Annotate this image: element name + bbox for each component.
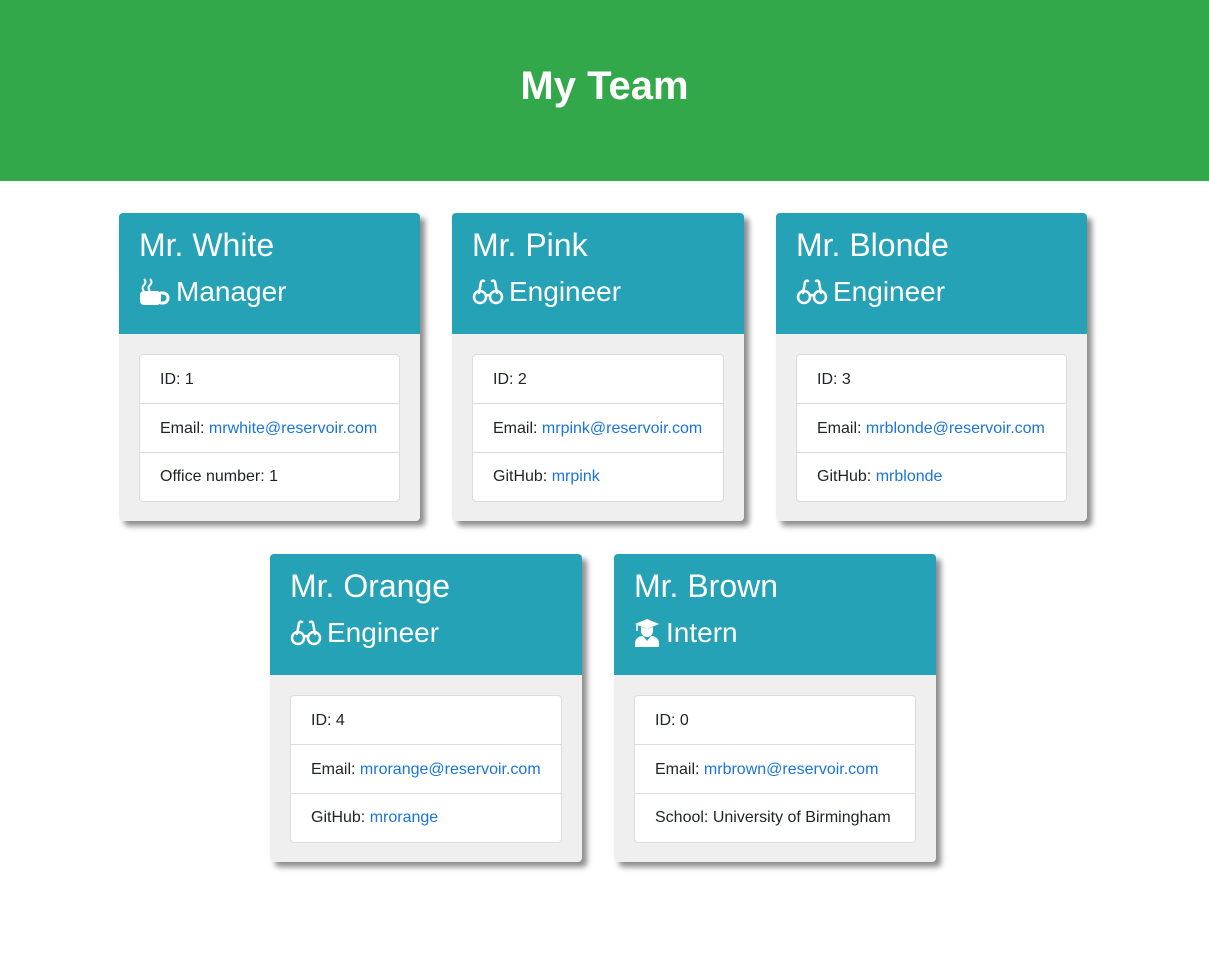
- email-label: Email:: [160, 420, 205, 437]
- github-link[interactable]: mrblonde: [876, 468, 943, 485]
- office-number-value: 1: [269, 468, 278, 485]
- email-item: Email: mrbrown@reservoir.com: [635, 745, 915, 794]
- employee-card: Mr. Pink Engineer ID: 2 Email: mrpink@re…: [452, 213, 744, 521]
- email-link[interactable]: mrpink@reservoir.com: [542, 420, 702, 437]
- github-label: GitHub:: [311, 809, 366, 826]
- id-item: ID: 3: [797, 355, 1066, 404]
- employee-card: Mr. Blonde Engineer ID: 3 Email: mrblond…: [776, 213, 1087, 521]
- employee-role: Manager: [139, 275, 287, 309]
- id-label: ID:: [655, 712, 676, 729]
- employee-role: Engineer: [796, 275, 945, 309]
- graduate-icon: [634, 618, 661, 648]
- card-header: Mr. Pink Engineer: [452, 213, 744, 334]
- school-item: School: University of Birmingham: [635, 794, 915, 842]
- id-value: 3: [841, 371, 851, 388]
- employee-role: Intern: [634, 616, 738, 650]
- page-title: My Team: [520, 64, 689, 108]
- glasses-icon: [796, 277, 828, 307]
- email-label: Email:: [311, 761, 356, 778]
- card-header: Mr. Brown Intern: [614, 554, 936, 675]
- id-value: 2: [517, 371, 527, 388]
- info-list: ID: 1 Email: mrwhite@reservoir.com Offic…: [139, 354, 400, 502]
- id-item: ID: 2: [473, 355, 723, 404]
- employee-role: Engineer: [472, 275, 621, 309]
- school-label: School:: [655, 809, 709, 826]
- github-link[interactable]: mrpink: [552, 468, 600, 485]
- id-label: ID:: [311, 712, 332, 729]
- role-label: Engineer: [509, 276, 622, 307]
- github-link[interactable]: mrorange: [370, 809, 438, 826]
- office-number-item: Office number: 1: [140, 453, 399, 501]
- email-item: Email: mrblonde@reservoir.com: [797, 404, 1066, 453]
- page-header: My Team: [0, 0, 1209, 181]
- role-label: Engineer: [327, 617, 440, 648]
- role-label: Engineer: [833, 276, 946, 307]
- office-number-label: Office number:: [160, 468, 265, 485]
- email-link[interactable]: mrblonde@reservoir.com: [866, 420, 1045, 437]
- coffee-mug-icon: [139, 277, 171, 307]
- id-label: ID:: [817, 371, 838, 388]
- id-value: 1: [184, 371, 194, 388]
- employee-name: Mr. Blonde: [796, 227, 949, 263]
- employee-name: Mr. White: [139, 227, 275, 263]
- card-header: Mr. Orange Engineer: [270, 554, 582, 675]
- email-item: Email: mrorange@reservoir.com: [291, 745, 561, 794]
- info-list: ID: 3 Email: mrblonde@reservoir.com GitH…: [796, 354, 1067, 502]
- role-label: Intern: [666, 617, 738, 648]
- glasses-icon: [472, 277, 504, 307]
- email-label: Email:: [493, 420, 538, 437]
- github-item: GitHub: mrpink: [473, 453, 723, 501]
- github-item: GitHub: mrorange: [291, 794, 561, 842]
- employee-name: Mr. Orange: [290, 568, 451, 604]
- employee-name: Mr. Pink: [472, 227, 588, 263]
- email-link[interactable]: mrwhite@reservoir.com: [209, 420, 377, 437]
- github-item: GitHub: mrblonde: [797, 453, 1066, 501]
- employee-role: Engineer: [290, 616, 439, 650]
- employee-card: Mr. Orange Engineer ID: 4 Email: mrorang…: [270, 554, 582, 862]
- email-link[interactable]: mrbrown@reservoir.com: [704, 761, 879, 778]
- school-value: University of Birmingham: [712, 809, 891, 826]
- id-item: ID: 4: [291, 696, 561, 745]
- id-label: ID:: [493, 371, 514, 388]
- role-label: Manager: [176, 276, 287, 307]
- card-header: Mr. Blonde Engineer: [776, 213, 1087, 334]
- id-item: ID: 0: [635, 696, 915, 745]
- info-list: ID: 4 Email: mrorange@reservoir.com GitH…: [290, 695, 562, 843]
- email-link[interactable]: mrorange@reservoir.com: [360, 761, 541, 778]
- id-label: ID:: [160, 371, 181, 388]
- id-value: 0: [679, 712, 689, 729]
- card-header: Mr. White Manager: [119, 213, 420, 334]
- employee-card: Mr. White Manager ID: 1 Email: mrwhite@r…: [119, 213, 420, 521]
- info-list: ID: 2 Email: mrpink@reservoir.com GitHub…: [472, 354, 724, 502]
- email-item: Email: mrpink@reservoir.com: [473, 404, 723, 453]
- info-list: ID: 0 Email: mrbrown@reservoir.com Schoo…: [634, 695, 916, 843]
- employee-name: Mr. Brown: [634, 568, 779, 604]
- id-item: ID: 1: [140, 355, 399, 404]
- github-label: GitHub:: [817, 468, 872, 485]
- github-label: GitHub:: [493, 468, 548, 485]
- employee-card: Mr. Brown Intern ID: 0 Email: mrbrown@re…: [614, 554, 936, 862]
- email-label: Email:: [655, 761, 700, 778]
- email-label: Email:: [817, 420, 862, 437]
- email-item: Email: mrwhite@reservoir.com: [140, 404, 399, 453]
- id-value: 4: [335, 712, 345, 729]
- glasses-icon: [290, 618, 322, 648]
